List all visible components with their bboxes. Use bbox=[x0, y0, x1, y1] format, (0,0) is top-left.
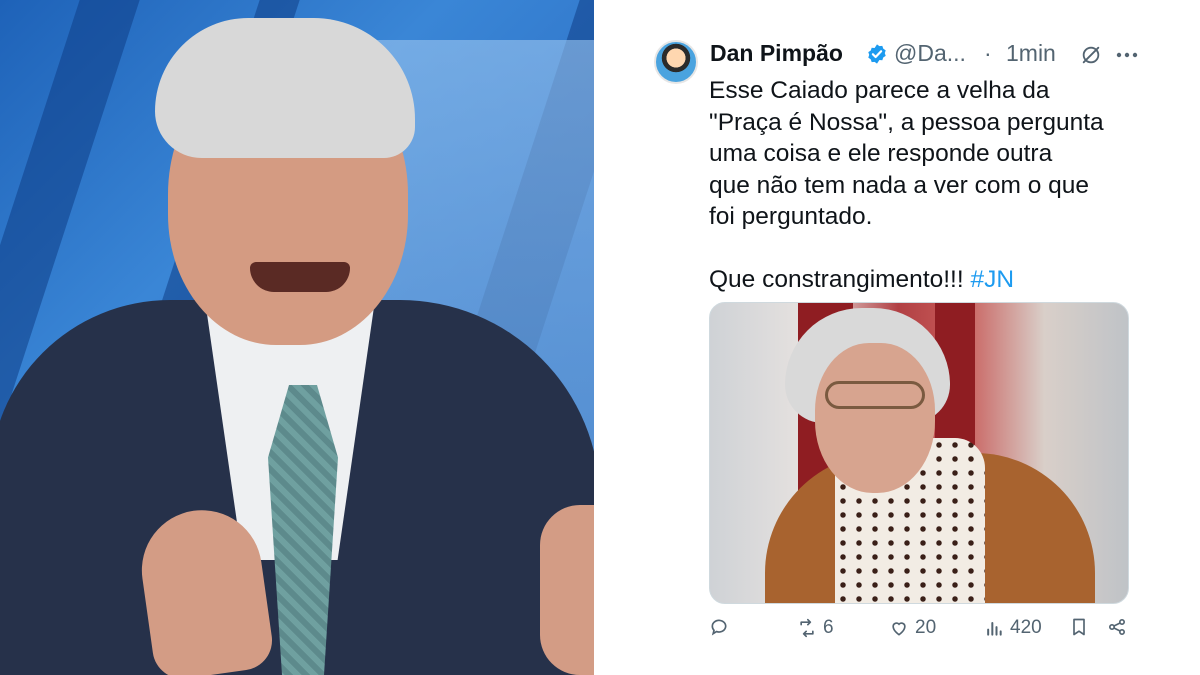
tweet-text-line: "Praça é Nossa", a pessoa pergunta bbox=[709, 108, 1104, 136]
face bbox=[815, 343, 935, 493]
tv-photo bbox=[0, 0, 594, 675]
tweet-card[interactable]: Dan Pimpão @Da... · 1min Esse Caiado par… bbox=[594, 0, 1200, 675]
more-icon[interactable] bbox=[1114, 44, 1140, 66]
glasses bbox=[825, 381, 925, 409]
grok-icon[interactable] bbox=[1080, 44, 1102, 66]
author-name[interactable]: Dan Pimpão bbox=[710, 40, 843, 67]
action-bar: 6 20 420 bbox=[709, 617, 1129, 643]
hashtag-link[interactable]: #JN bbox=[970, 266, 1014, 293]
reply-button[interactable] bbox=[709, 617, 735, 637]
like-button[interactable]: 20 bbox=[889, 617, 936, 639]
reply-icon bbox=[711, 619, 727, 636]
separator-dot: · bbox=[984, 40, 992, 66]
right-hand bbox=[540, 505, 594, 675]
tweet-text: Esse Caiado parece a velha da "Praça é N… bbox=[709, 75, 1149, 296]
tweet-text-line: uma coisa e ele responde outra bbox=[709, 140, 1053, 167]
views-icon bbox=[987, 622, 1002, 636]
tweet-text-line: foi perguntado. bbox=[709, 203, 873, 230]
like-count: 20 bbox=[915, 617, 937, 638]
bookmark-button[interactable] bbox=[1069, 617, 1089, 637]
tweet-text-line: Esse Caiado parece a velha da bbox=[709, 77, 1050, 104]
retweet-button[interactable]: 6 bbox=[797, 617, 834, 639]
author-handle[interactable]: @Da... bbox=[894, 40, 966, 67]
verified-badge-icon bbox=[868, 44, 886, 64]
like-icon bbox=[892, 622, 906, 636]
tweet-media-image[interactable] bbox=[709, 302, 1129, 604]
avatar[interactable] bbox=[654, 40, 698, 84]
retweet-count: 6 bbox=[823, 617, 834, 638]
share-icon bbox=[1109, 619, 1125, 635]
retweet-icon bbox=[800, 618, 814, 638]
bookmark-icon bbox=[1073, 618, 1085, 636]
hair bbox=[155, 18, 415, 158]
share-button[interactable] bbox=[1107, 617, 1127, 637]
mouth bbox=[250, 262, 350, 292]
views-button[interactable]: 420 bbox=[984, 617, 1042, 639]
views-count: 420 bbox=[1010, 617, 1042, 638]
tweet-text-exclaim: Que constrangimento!!! bbox=[709, 266, 971, 293]
timestamp[interactable]: 1min bbox=[1006, 40, 1056, 67]
tweet-text-line: que não tem nada a ver com o que bbox=[709, 171, 1090, 199]
tweet-text-last-line: Que constrangimento!!! #JN bbox=[709, 264, 1149, 296]
